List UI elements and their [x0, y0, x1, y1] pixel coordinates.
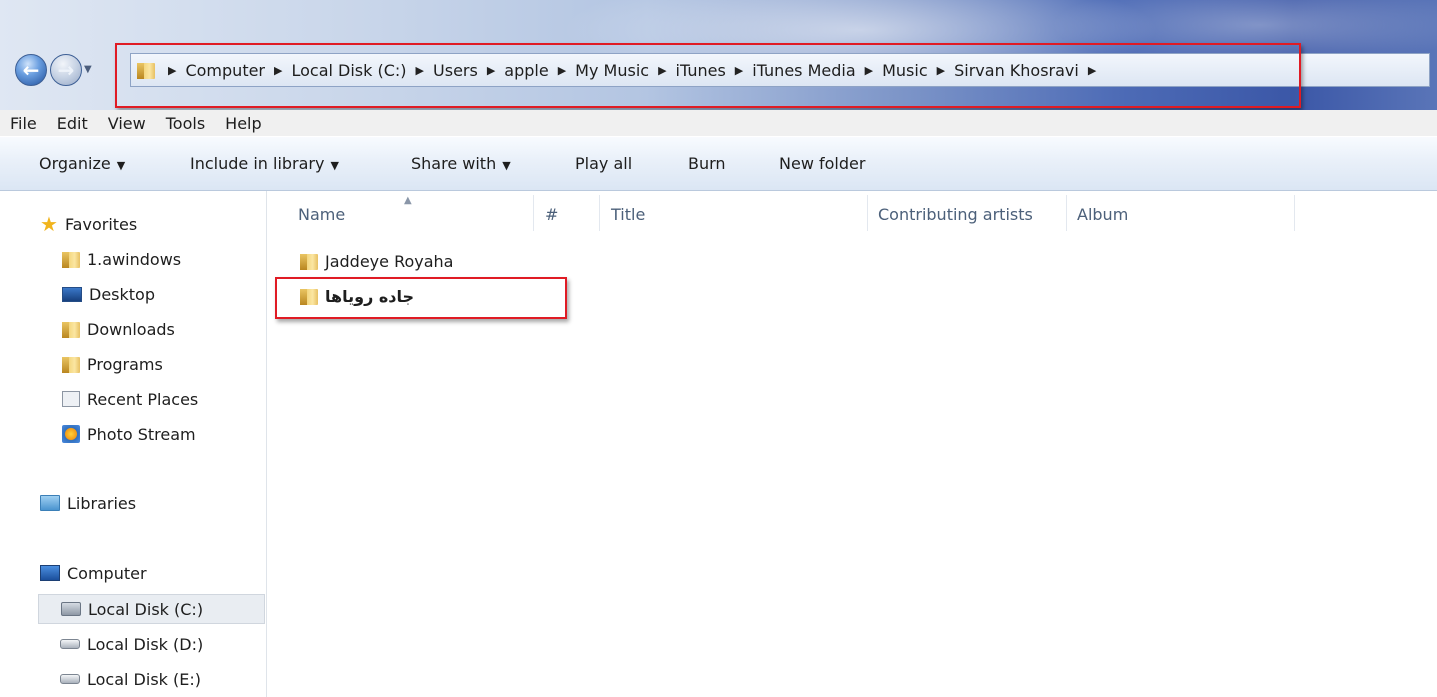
photo-stream-icon	[62, 425, 80, 443]
star-icon: ★	[40, 212, 58, 236]
organize-label: Organize	[39, 154, 111, 173]
nav-item-label: Programs	[87, 354, 163, 374]
column-divider[interactable]	[1066, 195, 1067, 231]
nav-favorites[interactable]: ★ Favorites	[40, 209, 137, 239]
file-list: ▲ Name # Title Contributing artists Albu…	[267, 191, 1437, 697]
recent-places-icon	[62, 391, 80, 407]
menu-tools[interactable]: Tools	[156, 114, 215, 133]
column-divider[interactable]	[533, 195, 534, 231]
desktop-icon	[62, 286, 82, 302]
nav-item-label: Photo Stream	[87, 424, 196, 444]
nav-drive-label: Local Disk (D:)	[87, 634, 204, 654]
recent-pages-dropdown-icon[interactable]: ▼	[84, 64, 92, 75]
sort-ascending-icon: ▲	[404, 195, 412, 206]
nav-item-recent-places[interactable]: Recent Places	[62, 384, 198, 414]
nav-item-downloads[interactable]: Downloads	[62, 314, 175, 344]
chevron-down-icon: ▼	[116, 159, 126, 172]
nav-item-photo-stream[interactable]: Photo Stream	[62, 419, 196, 449]
menu-view[interactable]: View	[98, 114, 156, 133]
include-in-library-button[interactable]: Include in library ▼	[190, 154, 339, 173]
folder-highlight-box	[275, 277, 567, 319]
organize-button[interactable]: Organize ▼	[39, 154, 125, 173]
nav-favorites-label: Favorites	[64, 214, 138, 234]
column-divider[interactable]	[1294, 195, 1295, 231]
system-drive-icon	[61, 602, 81, 616]
nav-drive-label: Local Disk (C:)	[88, 599, 204, 619]
list-item[interactable]: Jaddeye Royaha	[300, 246, 453, 276]
folder-icon	[62, 355, 80, 373]
back-button[interactable]: ←	[15, 54, 47, 86]
folder-icon	[62, 250, 80, 268]
hard-drive-icon	[60, 639, 80, 649]
chevron-down-icon: ▼	[330, 159, 339, 172]
nav-computer[interactable]: Computer	[40, 558, 147, 588]
nav-item-programs[interactable]: Programs	[62, 349, 163, 379]
menu-edit[interactable]: Edit	[47, 114, 98, 133]
nav-drive-e[interactable]: Local Disk (E:)	[60, 664, 201, 694]
forward-button[interactable]: →	[50, 54, 82, 86]
navigation-pane: ★ Favorites 1.awindows Desktop Downloads…	[0, 191, 267, 697]
chevron-down-icon: ▼	[502, 159, 511, 172]
include-in-library-label: Include in library	[190, 154, 325, 173]
libraries-icon	[40, 495, 60, 511]
computer-icon	[40, 565, 60, 581]
column-header-title[interactable]: Title	[611, 205, 645, 224]
column-header-album[interactable]: Album	[1077, 205, 1128, 224]
menu-help[interactable]: Help	[215, 114, 271, 133]
forward-arrow-icon: →	[57, 58, 75, 82]
menu-file[interactable]: File	[0, 114, 47, 133]
nav-drive-c[interactable]: Local Disk (C:)	[38, 594, 265, 624]
downloads-folder-icon	[62, 320, 80, 338]
menu-bar: File Edit View Tools Help	[0, 110, 1437, 136]
file-name: Jaddeye Royaha	[325, 251, 454, 271]
column-header-number[interactable]: #	[545, 205, 558, 224]
back-arrow-icon: ←	[22, 58, 40, 82]
nav-item-desktop[interactable]: Desktop	[62, 279, 155, 309]
column-header-contributing-artists[interactable]: Contributing artists	[878, 205, 1033, 224]
play-all-button[interactable]: Play all	[575, 154, 632, 173]
column-divider[interactable]	[867, 195, 868, 231]
nav-drive-d[interactable]: Local Disk (D:)	[60, 629, 203, 659]
nav-libraries[interactable]: Libraries	[40, 488, 136, 518]
nav-item-label: Desktop	[89, 284, 155, 304]
nav-libraries-label: Libraries	[67, 493, 137, 513]
column-header-name[interactable]: Name	[298, 205, 345, 224]
address-highlight-box	[115, 43, 1301, 108]
nav-drive-label: Local Disk (E:)	[87, 669, 201, 689]
burn-button[interactable]: Burn	[688, 154, 726, 173]
column-divider[interactable]	[599, 195, 600, 231]
nav-item-label: Downloads	[87, 319, 175, 339]
command-bar: Organize ▼ Include in library ▼ Share with…	[0, 136, 1437, 191]
share-with-label: Share with	[411, 154, 497, 173]
nav-item-label: Recent Places	[87, 389, 199, 409]
share-with-button[interactable]: Share with ▼	[411, 154, 511, 173]
new-folder-button[interactable]: New folder	[779, 154, 865, 173]
nav-item-1awindows[interactable]: 1.awindows	[62, 244, 181, 274]
nav-computer-label: Computer	[67, 563, 147, 583]
hard-drive-icon	[60, 674, 80, 684]
nav-item-label: 1.awindows	[87, 249, 182, 269]
folder-icon	[300, 252, 318, 270]
